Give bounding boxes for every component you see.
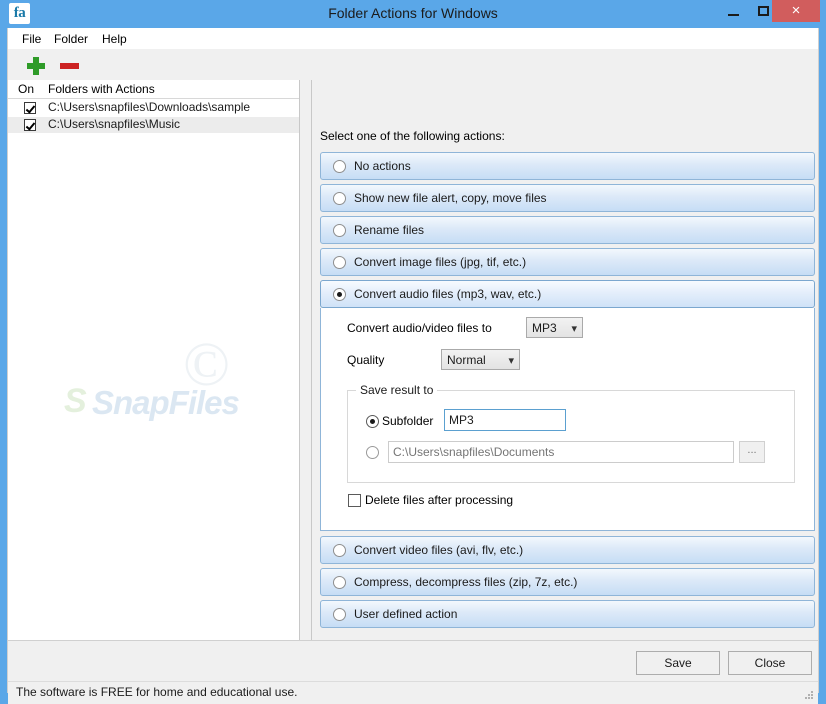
action-label: Show new file alert, copy, move files [354, 191, 547, 205]
quality-dropdown[interactable]: Normal ▾ [441, 349, 520, 370]
panel-splitter[interactable] [300, 80, 312, 640]
delete-after-checkbox[interactable] [348, 494, 361, 507]
copyright-icon: © [183, 331, 231, 399]
delete-after-label: Delete files after processing [365, 493, 514, 507]
action-option-convert-audio[interactable]: Convert audio files (mp3, wav, etc.) [320, 280, 815, 308]
folder-list-panel: On Folders with Actions C:\Users\snapfil… [8, 80, 300, 640]
format-value: MP3 [532, 321, 557, 335]
menu-folder[interactable]: Folder [48, 31, 94, 47]
title-bar: fa Folder Actions for Windows × [0, 0, 826, 28]
snapfiles-watermark: © S SnapFiles [64, 330, 299, 450]
action-label: Rename files [354, 223, 425, 237]
action-label: Convert video files (avi, flv, etc.) [354, 543, 524, 557]
menu-bar: File Folder Help [8, 28, 818, 50]
radio-icon[interactable] [333, 160, 346, 173]
menu-help[interactable]: Help [96, 31, 133, 47]
close-dialog-button[interactable]: Close [728, 651, 812, 675]
add-folder-button[interactable] [24, 55, 48, 77]
quality-value: Normal [447, 353, 486, 367]
action-option-compress[interactable]: Compress, decompress files (zip, 7z, etc… [320, 568, 815, 596]
subfolder-label: Subfolder [382, 414, 434, 428]
status-text: The software is FREE for home and educat… [16, 685, 298, 699]
radio-icon[interactable] [333, 576, 346, 589]
save-result-title: Save result to [356, 383, 438, 397]
radio-icon[interactable] [333, 288, 346, 301]
chevron-down-icon: ▾ [571, 323, 577, 335]
actions-heading: Select one of the following actions: [320, 129, 505, 143]
window-title: Folder Actions for Windows [328, 5, 498, 21]
folder-path: C:\Users\snapfiles\Music [48, 117, 181, 131]
action-option-convert-image[interactable]: Convert image files (jpg, tif, etc.) [320, 248, 815, 276]
format-dropdown[interactable]: MP3 ▾ [526, 317, 583, 338]
table-row[interactable]: C:\Users\snapfiles\Music [8, 117, 299, 133]
menu-file[interactable]: File [16, 31, 47, 47]
custom-path-input[interactable] [388, 441, 734, 463]
convert-to-label: Convert audio/video files to [347, 321, 492, 335]
radio-icon[interactable] [333, 224, 346, 237]
audio-options-panel: Convert audio/video files to MP3 ▾ Quali… [320, 308, 815, 531]
radio-icon[interactable] [333, 192, 346, 205]
radio-subfolder-icon[interactable] [366, 415, 379, 428]
actions-panel: Select one of the following actions: No … [312, 80, 818, 657]
radio-icon[interactable] [333, 608, 346, 621]
radio-icon[interactable] [333, 544, 346, 557]
browse-button[interactable]: ... [739, 441, 765, 463]
row-checkbox[interactable] [24, 102, 36, 114]
subfolder-input[interactable] [444, 409, 566, 431]
folder-list-header: On Folders with Actions [8, 80, 299, 99]
action-label: User defined action [354, 607, 458, 621]
action-label: Convert image files (jpg, tif, etc.) [354, 255, 527, 269]
folder-path: C:\Users\snapfiles\Downloads\sample [48, 100, 251, 114]
toolbar [8, 49, 818, 81]
action-label: Compress, decompress files (zip, 7z, etc… [354, 575, 578, 589]
application-window: fa Folder Actions for Windows × File Fol… [0, 0, 826, 704]
quality-label: Quality [347, 353, 385, 367]
radio-icon[interactable] [333, 256, 346, 269]
action-option-no-actions[interactable]: No actions [320, 152, 815, 180]
action-label: Convert audio files (mp3, wav, etc.) [354, 287, 542, 301]
row-checkbox[interactable] [24, 119, 36, 131]
action-option-file-alert[interactable]: Show new file alert, copy, move files [320, 184, 815, 212]
dialog-button-bar: Save Close [8, 640, 818, 682]
minus-icon [60, 63, 79, 69]
radio-custom-path-icon[interactable] [366, 446, 379, 459]
minimize-icon [727, 13, 739, 16]
remove-folder-button[interactable] [58, 55, 82, 77]
maximize-icon [757, 6, 769, 17]
action-option-convert-video[interactable]: Convert video files (avi, flv, etc.) [320, 536, 815, 564]
minimize-button[interactable] [718, 0, 748, 22]
column-header-folders: Folders with Actions [48, 82, 155, 96]
plus-icon-vertical [33, 57, 39, 75]
save-result-group: Save result to Subfolder ... [347, 383, 795, 483]
action-option-user-defined[interactable]: User defined action [320, 600, 815, 628]
status-bar: The software is FREE for home and educat… [8, 681, 818, 704]
chevron-down-icon: ▾ [508, 355, 514, 367]
save-button[interactable]: Save [636, 651, 720, 675]
column-header-on: On [18, 82, 35, 96]
watermark-brand: SnapFiles [92, 384, 240, 421]
watermark-mark: S [64, 382, 87, 420]
close-button[interactable]: × [772, 0, 820, 22]
table-row[interactable]: C:\Users\snapfiles\Downloads\sample [8, 100, 299, 116]
client-area: File Folder Help On Folders with Actions… [7, 28, 819, 704]
action-option-rename-files[interactable]: Rename files [320, 216, 815, 244]
action-label: No actions [354, 159, 411, 173]
